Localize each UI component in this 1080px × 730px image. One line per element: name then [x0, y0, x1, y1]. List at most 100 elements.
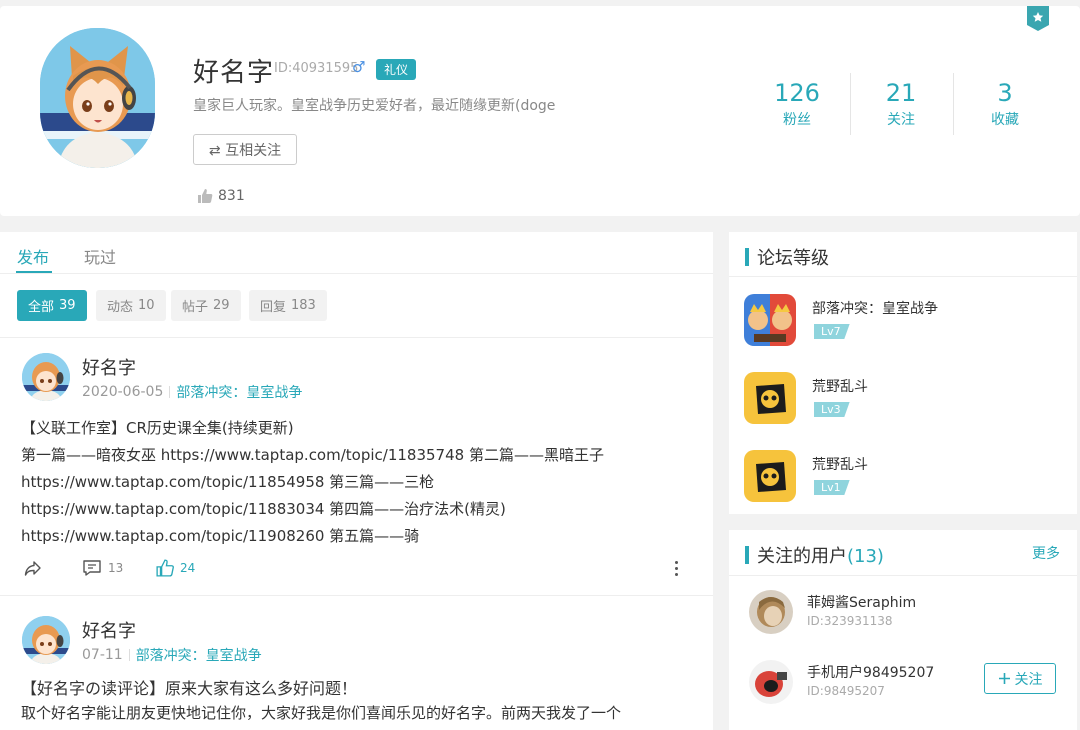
stat-favorites-value: 3 [997, 79, 1013, 107]
post-text-line: https://www.taptap.com/topic/11883034 第四… [21, 500, 506, 518]
post-author-name[interactable]: 好名字 [82, 617, 136, 643]
follow-button-label: 关注 [1014, 671, 1043, 688]
followed-users-panel: 关注的用户(13) 更多 菲姆酱Seraphim ID:323931138 手机… [729, 530, 1077, 730]
post-meta: 07-11 部落冲突：皇室战争 [82, 645, 262, 665]
title-accent-bar [745, 546, 749, 564]
more-link[interactable]: 更多 [1032, 543, 1060, 563]
sidebar-divider [729, 276, 1077, 277]
post-title: 【义联工作室】CR历史课全集(持续更新) [21, 419, 294, 437]
plus-icon [998, 673, 1010, 684]
stat-fans[interactable]: 126 粉丝 [745, 79, 849, 129]
feed-panel: 发布 玩过 全部 39 动态 10 帖子 29 回复 183 好名字 2020-… [0, 232, 713, 730]
mutual-follow-label: ⇄ 互相关注 [208, 142, 282, 159]
post-game-link[interactable]: 部落冲突：皇室战争 [136, 645, 262, 665]
post-text-line: 取个好名字能让朋友更快地记住你，大家好我是你们喜闻乐见的好名字。前两天我发了一个 [21, 704, 622, 722]
user-avatar[interactable] [749, 590, 793, 634]
etiquette-badge[interactable]: 礼仪 [376, 59, 417, 80]
followed-users-header: 关注的用户(13) [745, 542, 884, 568]
post-game-link[interactable]: 部落冲突：皇室战争 [176, 382, 302, 402]
forum-level-item[interactable]: 荒野乱斗 Lv3 [744, 372, 1064, 426]
share-icon [24, 561, 41, 576]
title-accent-bar [745, 248, 749, 266]
stat-following-label: 关注 [887, 112, 915, 128]
profile-likes-count: 831 [218, 188, 245, 204]
forum-level-item[interactable]: 部落冲突：皇室战争 Lv7 [744, 294, 1064, 348]
filter-moments[interactable]: 动态 10 [96, 290, 166, 321]
like-count: 24 [180, 561, 196, 575]
tab-published[interactable]: 发布 [17, 244, 49, 268]
forum-level-title: 论坛等级 [757, 248, 829, 269]
stat-favorites-label: 收藏 [991, 112, 1019, 128]
user-name: 菲姆酱Seraphim [807, 595, 917, 611]
forum-level-panel: 论坛等级 部落冲突：皇室战争 Lv7 荒野乱斗 Lv3 荒野乱斗 Lv1 [729, 232, 1077, 514]
thumbs-up-icon [198, 189, 213, 203]
level-tag: Lv1 [814, 480, 850, 495]
post-text-line: 第一篇——暗夜女巫 https://www.taptap.com/topic/1… [21, 446, 604, 464]
post-item[interactable]: 好名字 07-11 部落冲突：皇室战争 【好名字の读评论】原来大家有这么多好问题… [0, 595, 713, 730]
user-avatar[interactable] [749, 660, 793, 704]
profile-card: 好名字 ID:40931595 ♂ 礼仪 皇家巨人玩家。皇室战争历史爱好者，最近… [0, 6, 1080, 216]
stat-favorites[interactable]: 3 收藏 [953, 79, 1057, 129]
share-button[interactable] [24, 559, 42, 577]
comment-icon [83, 560, 101, 576]
profile-likes: 831 [197, 188, 245, 204]
forum-game-name: 荒野乱斗 [812, 457, 868, 473]
user-id: ID:98495207 [807, 684, 885, 698]
stat-fans-value: 126 [774, 79, 820, 107]
post-title: 【好名字の读评论】原来大家有这么多好问题！ [21, 679, 358, 698]
followed-users-title: 关注的用户 [757, 546, 847, 567]
post-actions: 13 24 [22, 559, 692, 579]
comment-count: 13 [108, 561, 124, 575]
more-options-icon[interactable] [675, 561, 678, 576]
filter-all-label: 全部 [28, 300, 55, 315]
mutual-follow-button[interactable]: ⇄ 互相关注 [193, 134, 297, 165]
filter-replies[interactable]: 回复 183 [249, 290, 327, 321]
filter-replies-count: 183 [291, 298, 316, 313]
profile-avatar[interactable] [40, 28, 155, 168]
filter-all[interactable]: 全部 39 [17, 290, 87, 321]
post-date: 2020-06-05 [82, 384, 164, 400]
sidebar-divider [729, 575, 1077, 576]
filter-replies-label: 回复 [260, 300, 287, 315]
anime-avatar-image [22, 353, 70, 401]
filter-posts[interactable]: 帖子 29 [171, 290, 241, 321]
bookmark-star-icon[interactable] [1027, 6, 1049, 31]
like-button[interactable]: 24 [156, 559, 195, 577]
post-author-name[interactable]: 好名字 [82, 354, 136, 380]
post-author-avatar[interactable] [22, 616, 70, 664]
brawl-stars-icon [744, 450, 796, 502]
user-name: 手机用户98495207 [807, 665, 935, 681]
filter-moments-label: 动态 [107, 300, 134, 315]
tab-played[interactable]: 玩过 [84, 244, 116, 268]
forum-level-header: 论坛等级 [745, 244, 829, 270]
tabs-divider [0, 273, 713, 274]
clash-royale-icon [744, 294, 796, 346]
post-text-line: https://www.taptap.com/topic/11854958 第三… [21, 473, 435, 491]
comment-button[interactable]: 13 [82, 559, 123, 577]
stat-fans-label: 粉丝 [783, 112, 811, 128]
meta-separator [128, 649, 130, 661]
brawl-stars-icon [744, 372, 796, 424]
forum-level-item[interactable]: 荒野乱斗 Lv1 [744, 450, 1064, 504]
level-tag: Lv3 [814, 402, 850, 417]
profile-username: 好名字 [193, 58, 275, 88]
thumbs-up-icon [156, 559, 174, 577]
profile-user-id: ID:40931595 [274, 61, 359, 76]
post-author-avatar[interactable] [22, 353, 70, 401]
followed-user-item[interactable]: 手机用户98495207 ID:98495207 关注 [749, 660, 1069, 710]
forum-game-name: 荒野乱斗 [812, 379, 868, 395]
profile-bio: 皇家巨人玩家。皇室战争历史爱好者，最近随缘更新(doge [193, 98, 556, 114]
male-icon: ♂ [352, 58, 366, 76]
post-item[interactable]: 好名字 2020-06-05 部落冲突：皇室战争 【义联工作室】CR历史课全集(… [0, 337, 713, 595]
followed-user-item[interactable]: 菲姆酱Seraphim ID:323931138 [749, 590, 1069, 640]
filter-moments-count: 10 [138, 298, 155, 313]
user-id: ID:323931138 [807, 614, 893, 628]
follow-button[interactable]: 关注 [984, 663, 1056, 694]
filter-all-count: 39 [59, 298, 76, 313]
filter-posts-count: 29 [213, 298, 230, 313]
stat-following-value: 21 [885, 79, 917, 107]
post-date: 07-11 [82, 647, 123, 663]
stat-following[interactable]: 21 关注 [849, 79, 953, 129]
anime-avatar-image [22, 616, 70, 664]
forum-game-name: 部落冲突：皇室战争 [812, 301, 938, 317]
